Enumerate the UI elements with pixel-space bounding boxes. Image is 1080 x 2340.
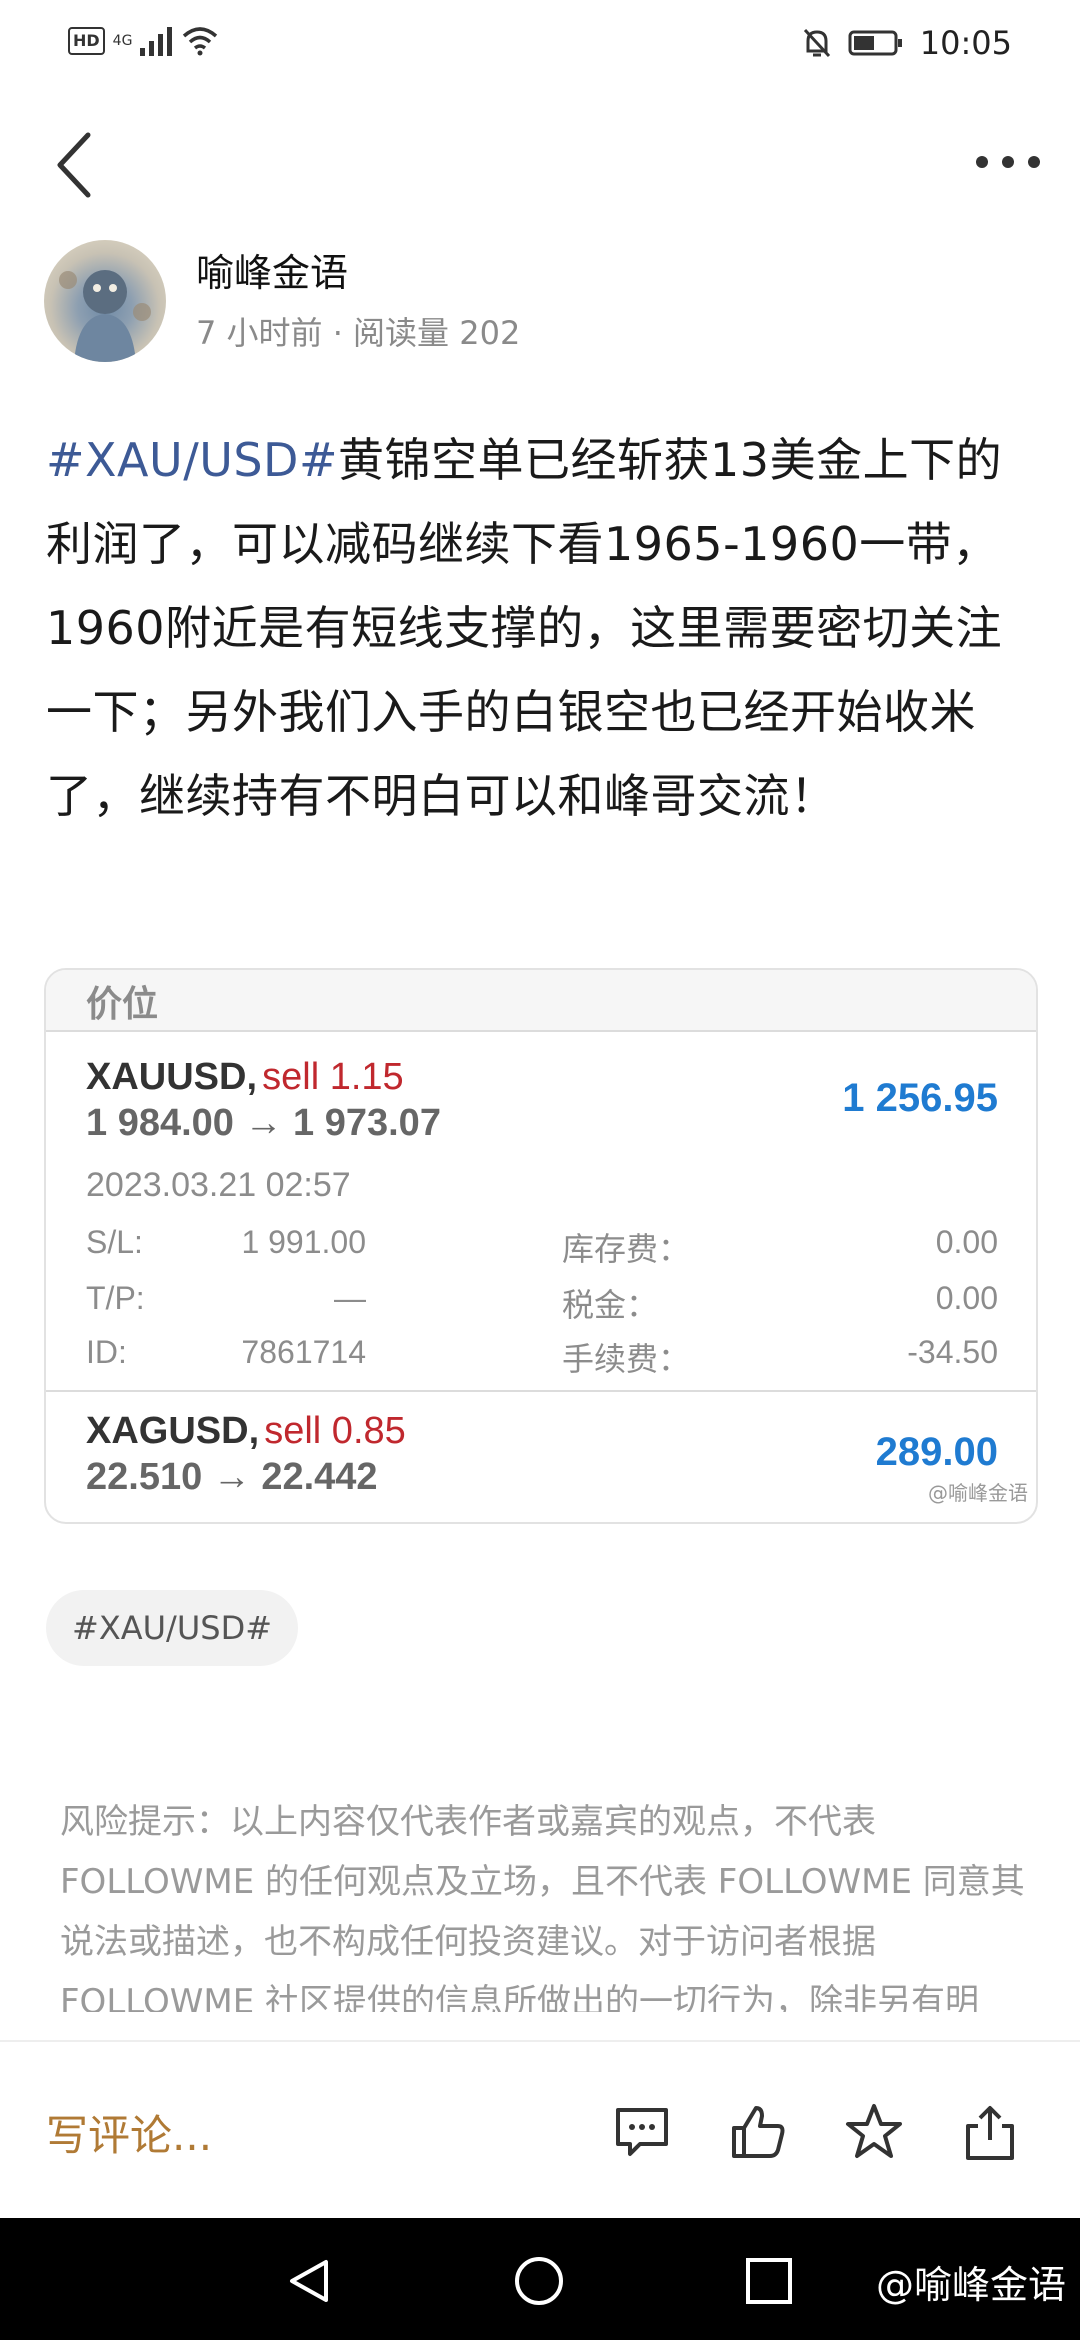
nav-home-icon	[515, 2257, 563, 2305]
trade-symbol: XAGUSD,	[86, 1410, 260, 1452]
nav-back-icon	[290, 2260, 328, 2302]
status-bar: HD 4G 10:05	[0, 0, 1080, 90]
trade-prices: 22.510 → 22.442	[86, 1456, 378, 1498]
clock: 10:05	[919, 24, 1012, 62]
comment-input[interactable]: 写评论...	[46, 2102, 212, 2163]
swap-value: 0.00	[935, 1224, 998, 1260]
tp-value: —	[334, 1280, 366, 1316]
fee-value: -34.50	[907, 1334, 998, 1370]
signal-icon	[140, 27, 173, 56]
mute-bell-icon	[803, 28, 830, 58]
share-button[interactable]	[958, 2100, 1022, 2164]
nav-recents-button[interactable]	[744, 2256, 794, 2306]
nav-recents-icon	[746, 2258, 792, 2304]
battery-icon	[848, 30, 902, 56]
bottom-action-bar: 写评论...	[0, 2040, 1080, 2222]
back-icon	[57, 132, 91, 198]
author-name[interactable]: 喻峰金语	[196, 242, 348, 297]
trade-title-xauusd: XAUUSD, sell 1.15	[86, 1056, 404, 1099]
avatar-image	[59, 270, 151, 362]
tp-label: T/P:	[86, 1280, 145, 1316]
share-icon	[966, 2106, 1014, 2160]
nav-back-button[interactable]	[284, 2256, 334, 2306]
system-nav-bar: @喻峰金语	[0, 2218, 1080, 2340]
trade-profit: 1 256.95	[842, 1076, 998, 1120]
status-right: 10:05	[802, 24, 1012, 62]
comment-icon	[616, 2108, 668, 2156]
status-left: HD 4G	[68, 26, 218, 56]
id-label: ID:	[86, 1334, 127, 1370]
nav-watermark: @喻峰金语	[875, 2263, 1066, 2307]
risk-disclaimer: 风险提示：以上内容仅代表作者或嘉宾的观点，不代表 FOLLOWME 的任何观点及…	[60, 1802, 1025, 2012]
topic-chip[interactable]: #XAU/USD#	[46, 1590, 299, 1666]
author-avatar[interactable]	[44, 240, 166, 362]
post-meta: 7 小时前 · 阅读量 202	[196, 314, 521, 352]
trade-date: 2023.03.21 02:57	[86, 1166, 351, 1204]
trade-card: 价位 XAUUSD, sell 1.15 1 984.00 → 1 973.07…	[44, 968, 1038, 1524]
sl-value: 1 991.00	[241, 1224, 366, 1260]
network-type: 4G	[112, 33, 133, 49]
more-options-button[interactable]	[970, 130, 1050, 190]
trade-side: sell 0.85	[264, 1410, 406, 1452]
nav-home-button[interactable]	[514, 2256, 564, 2306]
like-button[interactable]	[726, 2100, 790, 2164]
trade-divider	[46, 1390, 1036, 1392]
trade-prices: 1 984.00 → 1 973.07	[86, 1102, 441, 1144]
trade-title-xagusd: XAGUSD, sell 0.85	[86, 1410, 406, 1453]
id-value: 7861714	[241, 1334, 366, 1370]
trade-profit: 289.00	[875, 1430, 998, 1474]
sl-label: S/L:	[86, 1224, 143, 1260]
like-icon	[732, 2106, 785, 2158]
swap-label: 库存费：	[562, 1231, 691, 1267]
trade-card-header-label: 价位	[86, 984, 159, 1025]
trade-symbol: XAUUSD,	[86, 1056, 258, 1098]
image-watermark: @喻峰金语	[928, 1481, 1028, 1505]
tax-value: 0.00	[935, 1280, 998, 1316]
wifi-icon	[183, 27, 218, 56]
comment-button[interactable]	[610, 2100, 674, 2164]
favorite-button[interactable]	[842, 2100, 906, 2164]
post-content: #XAU/USD#黄锦空单已经斩获13美金上下的利润了，可以减码继续下看1965…	[46, 418, 1036, 838]
back-button[interactable]	[40, 125, 110, 205]
trade-side: sell 1.15	[262, 1056, 404, 1098]
hd-badge: HD	[68, 27, 105, 55]
more-icon	[976, 156, 1040, 168]
trade-card-header: 价位	[46, 970, 1036, 1032]
fee-label: 手续费：	[562, 1341, 691, 1377]
post-body-text: 黄锦空单已经斩获13美金上下的利润了，可以减码继续下看1965-1960一带，1…	[46, 433, 1003, 823]
star-icon	[846, 2104, 902, 2158]
tax-label: 税金：	[562, 1287, 659, 1323]
post-hashtag-link[interactable]: #XAU/USD#	[46, 433, 338, 487]
